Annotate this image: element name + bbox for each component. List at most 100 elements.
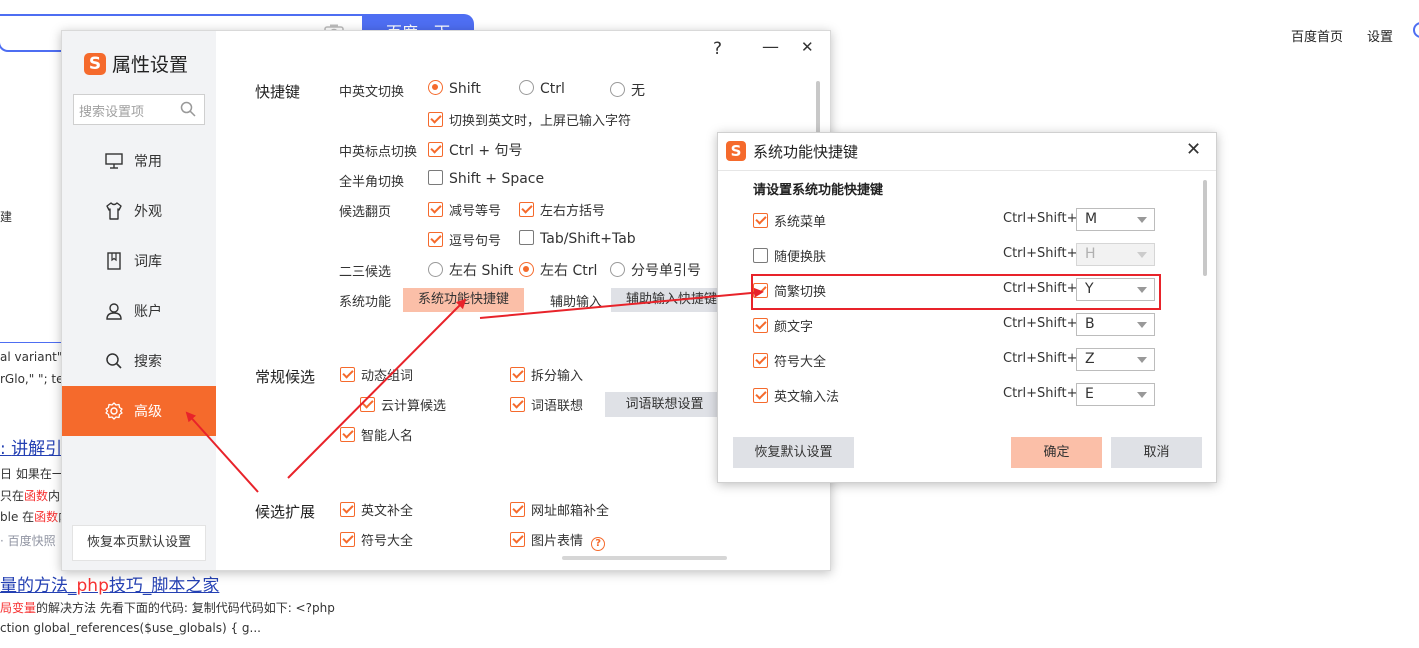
select23-label: 二三候选 bbox=[339, 265, 392, 280]
radio-off-icon bbox=[519, 80, 534, 95]
shortcut-checkbox[interactable]: 随便换肤 bbox=[753, 246, 826, 265]
shortcut-checkbox[interactable]: 英文输入法 bbox=[753, 386, 839, 405]
bg-result-link[interactable]: : 讲解引 bbox=[0, 434, 62, 459]
aux-input-label: 辅助输入 bbox=[550, 295, 603, 310]
sidebar-item-search[interactable]: 搜索 bbox=[62, 336, 216, 386]
bg-snippet: 只在函数内 bbox=[0, 489, 61, 503]
radio-left-right-ctrl[interactable]: 左右 Ctrl bbox=[519, 260, 597, 280]
checkbox-checked-icon bbox=[340, 427, 355, 442]
help-button[interactable]: ? bbox=[713, 39, 722, 59]
sidebar-item-label: 搜索 bbox=[134, 354, 162, 370]
sysfunc-shortcut-dialog: S 系统功能快捷键 ✕ 请设置系统功能快捷键 系统菜单 Ctrl+Shift+ … bbox=[717, 132, 1217, 483]
dynamic-words-checkbox[interactable]: 动态组词 bbox=[340, 365, 413, 384]
bg-result-link[interactable]: 量的方法_php技巧_脚本之家 bbox=[0, 571, 219, 596]
checkbox-checked-icon bbox=[340, 532, 355, 547]
sidebar-item-label: 外观 bbox=[134, 204, 162, 220]
checkbox-checked-icon bbox=[510, 397, 525, 412]
dialog-close-button[interactable]: ✕ bbox=[1186, 139, 1201, 160]
page-turn-label: 候选翻页 bbox=[339, 205, 392, 220]
shortcut-key-select[interactable]: Z bbox=[1076, 348, 1155, 371]
radio-semicolon-quote[interactable]: 分号单引号 bbox=[610, 260, 701, 280]
bg-kuaizhao-link[interactable]: · 百度快照 bbox=[0, 532, 56, 549]
minimize-button[interactable]: — bbox=[762, 37, 779, 57]
chevron-down-icon bbox=[1137, 357, 1147, 363]
shortcut-prefix: Ctrl+Shift+ bbox=[1003, 386, 1078, 401]
word-assoc-checkbox[interactable]: 词语联想 bbox=[510, 395, 583, 414]
bg-code-line: rGlo," "; te bbox=[0, 372, 64, 386]
sidebar-item-label: 词库 bbox=[134, 254, 162, 270]
section-candidates: 常规候选 bbox=[255, 368, 316, 386]
help-circle-icon[interactable]: ? bbox=[591, 537, 606, 551]
split-input-checkbox[interactable]: 拆分输入 bbox=[510, 365, 583, 384]
sidebar-item-label: 常用 bbox=[134, 154, 162, 170]
switch-commit-checkbox[interactable]: 切换到英文时，上屏已输入字符 bbox=[428, 110, 631, 129]
checkbox-checked-icon bbox=[428, 142, 443, 157]
smart-names-checkbox[interactable]: 智能人名 bbox=[340, 425, 413, 444]
sysfunc-label: 系统功能 bbox=[339, 295, 392, 310]
shortcut-checkbox[interactable]: 符号大全 bbox=[753, 351, 826, 370]
sidebar-item-appearance[interactable]: 外观 bbox=[62, 186, 216, 236]
shirt-icon bbox=[104, 201, 124, 221]
sysfunc-shortcut-button[interactable]: 系统功能快捷键 bbox=[403, 288, 524, 312]
dialog-subtitle: 请设置系统功能快捷键 bbox=[753, 183, 884, 198]
close-button[interactable]: ✕ bbox=[801, 38, 814, 56]
radio-shift[interactable]: Shift bbox=[428, 80, 481, 97]
aux-input-shortcut-button[interactable]: 辅助输入快捷键 bbox=[611, 288, 732, 312]
shortcut-key-select[interactable]: E bbox=[1076, 383, 1155, 406]
url-email-checkbox[interactable]: 网址邮箱补全 bbox=[510, 500, 609, 519]
emoji-checkbox[interactable]: 图片表情 ? bbox=[510, 530, 606, 551]
restore-defaults-button[interactable]: 恢复默认设置 bbox=[733, 437, 854, 468]
sidebar-item-dictionary[interactable]: 词库 bbox=[62, 236, 216, 286]
search-icon[interactable] bbox=[180, 101, 196, 117]
checkbox-checked-icon bbox=[510, 502, 525, 517]
cancel-button[interactable]: 取消 bbox=[1111, 437, 1202, 468]
settings-search-input[interactable]: 搜索设置项 bbox=[73, 94, 205, 125]
sidebar-item-label: 高级 bbox=[134, 404, 162, 420]
sidebar-item-account[interactable]: 账户 bbox=[62, 286, 216, 336]
shortcut-checkbox[interactable]: 系统菜单 bbox=[753, 211, 826, 230]
user-avatar[interactable] bbox=[1413, 22, 1419, 38]
sidebar-item-advanced[interactable]: 高级 bbox=[62, 386, 216, 436]
english-complete-checkbox[interactable]: 英文补全 bbox=[340, 500, 413, 519]
checkbox-checked-icon bbox=[519, 202, 534, 217]
bg-snippet: 日 如果在一 bbox=[0, 467, 64, 481]
nav-settings[interactable]: 设置 bbox=[1367, 26, 1393, 45]
shortcut-row-english-ime: 英文输入法 Ctrl+Shift+ E bbox=[718, 378, 1216, 413]
sogou-logo-icon: S bbox=[726, 141, 746, 161]
shortcut-row-symbols: 符号大全 Ctrl+Shift+ Z bbox=[718, 343, 1216, 378]
word-assoc-settings-button[interactable]: 词语联想设置 bbox=[605, 392, 724, 417]
shortcut-key-select[interactable]: B bbox=[1076, 313, 1155, 336]
section-shortcuts: 快捷键 bbox=[255, 83, 301, 101]
chevron-down-icon bbox=[1137, 392, 1147, 398]
reset-page-button[interactable]: 恢复本页默认设置 bbox=[72, 525, 206, 561]
radio-left-right-shift[interactable]: 左右 Shift bbox=[428, 260, 513, 280]
radio-none[interactable]: 无 bbox=[610, 80, 645, 100]
horizontal-scrollbar[interactable] bbox=[562, 556, 727, 560]
settings-window: S 属性设置 搜索设置项 常用 外观 词库 账户 搜索 高级 恢复本页默认设置 … bbox=[61, 30, 831, 571]
checkbox-checked-icon bbox=[753, 353, 768, 368]
checkbox-unchecked-icon bbox=[753, 248, 768, 263]
symbols-checkbox[interactable]: 符号大全 bbox=[340, 530, 413, 549]
radio-off-icon bbox=[428, 262, 443, 277]
cloud-candidate-checkbox[interactable]: 云计算候选 bbox=[360, 395, 446, 414]
checkbox-checked-icon bbox=[340, 367, 355, 382]
shortcut-key-select[interactable]: M bbox=[1076, 208, 1155, 231]
sidebar-item-general[interactable]: 常用 bbox=[62, 136, 216, 186]
nav-baidu-home[interactable]: 百度首页 bbox=[1291, 26, 1343, 45]
search-placeholder: 搜索设置项 bbox=[79, 105, 145, 120]
shortcut-prefix: Ctrl+Shift+ bbox=[1003, 211, 1078, 226]
width-switch-checkbox[interactable]: Shift + Space bbox=[428, 170, 544, 187]
punct-switch-checkbox[interactable]: Ctrl + 句号 bbox=[428, 140, 523, 160]
dialog-divider bbox=[718, 170, 1216, 171]
section-extend: 候选扩展 bbox=[255, 503, 316, 521]
ok-button[interactable]: 确定 bbox=[1011, 437, 1102, 468]
radio-ctrl[interactable]: Ctrl bbox=[519, 80, 565, 97]
page-comma-period-checkbox[interactable]: 逗号句号 bbox=[428, 230, 501, 249]
page-brackets-checkbox[interactable]: 左右方括号 bbox=[519, 200, 605, 219]
page-minus-equal-checkbox[interactable]: 减号等号 bbox=[428, 200, 501, 219]
page-tab-checkbox[interactable]: Tab/Shift+Tab bbox=[519, 230, 636, 247]
checkbox-checked-icon bbox=[753, 318, 768, 333]
shortcut-checkbox[interactable]: 颜文字 bbox=[753, 316, 813, 335]
book-icon bbox=[104, 251, 124, 271]
sidebar-item-label: 账户 bbox=[134, 304, 162, 320]
